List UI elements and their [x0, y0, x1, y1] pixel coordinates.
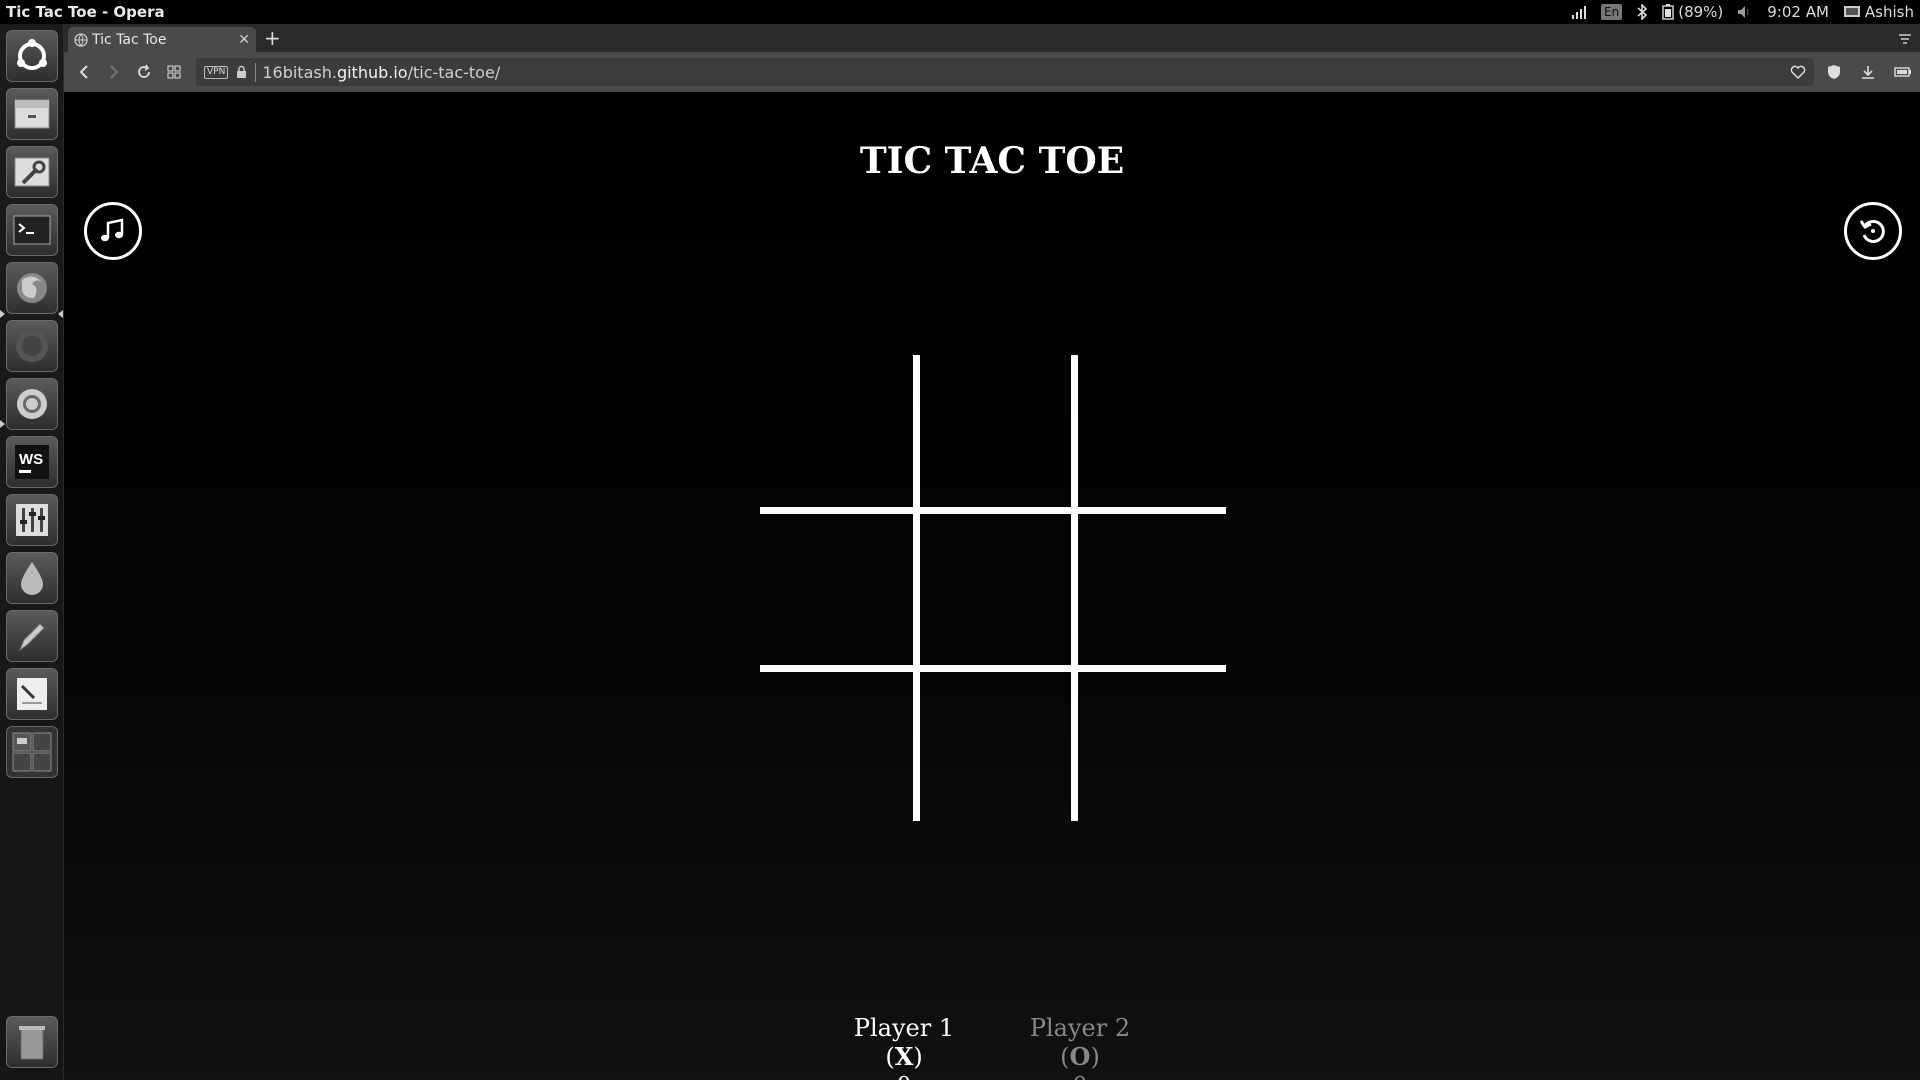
url-prefix: 16bitash. — [262, 62, 337, 82]
tab-title: Tic Tac Toe — [92, 31, 167, 48]
player1-mark: X — [894, 1042, 914, 1071]
system-indicators: En (89%) 9:02 AM Ashish — [1571, 3, 1914, 21]
url-path: /tic-tac-toe/ — [407, 62, 501, 82]
restart-button[interactable] — [1844, 202, 1902, 260]
grid-line — [760, 665, 1226, 672]
board-cell[interactable] — [760, 355, 915, 510]
address-toolbar: VPN 16bitash.github.io/tic-tac-toe/ — [64, 52, 1920, 92]
toolbar-extensions — [1826, 64, 1912, 80]
running-app-indicator — [0, 420, 5, 428]
heart-icon[interactable] — [1790, 65, 1806, 79]
files-icon[interactable] — [6, 88, 58, 140]
webstorm-icon[interactable]: WS — [6, 436, 58, 488]
url-host: github.io — [336, 62, 408, 82]
grid-icon — [167, 65, 181, 79]
player2-label-close: ) — [1090, 1043, 1100, 1071]
active-app-indicator — [58, 310, 63, 318]
address-bar[interactable]: VPN 16bitash.github.io/tic-tac-toe/ — [196, 58, 1814, 86]
board-cell[interactable] — [917, 669, 1072, 824]
scoreboard: Player 1 (X) 0 Player 2 (O) 0 — [64, 1014, 1920, 1080]
board-cell[interactable] — [917, 355, 1072, 510]
running-app-indicator — [0, 310, 5, 318]
user-menu[interactable]: Ashish — [1843, 3, 1914, 21]
back-button[interactable] — [72, 60, 96, 84]
board-cell[interactable] — [760, 512, 915, 667]
player1-label: Player 1 (X) — [854, 1014, 954, 1071]
player2-label: Player 2 (O) — [1030, 1014, 1130, 1071]
grid-line — [913, 355, 920, 821]
workspace-switcher-icon[interactable] — [6, 726, 58, 778]
page-title: TIC TAC TOE — [859, 140, 1125, 182]
keyboard-layout-indicator[interactable]: En — [1601, 4, 1623, 20]
mixer-icon[interactable] — [6, 494, 58, 546]
ubuntu-dash-icon[interactable] — [6, 30, 58, 82]
board-cell[interactable] — [760, 669, 915, 824]
battery-saver-icon[interactable] — [1894, 66, 1912, 78]
window-title: Tic Tac Toe - Opera — [6, 3, 165, 21]
player2-score: Player 2 (O) 0 — [1017, 1014, 1143, 1080]
system-settings-icon[interactable] — [6, 146, 58, 198]
battery-icon — [1662, 4, 1674, 20]
svg-text:WS: WS — [19, 451, 43, 468]
tab-bar: Tic Tac Toe ✕ + — [64, 24, 1920, 52]
player1-score: Player 1 (X) 0 — [841, 1014, 967, 1080]
vpn-badge[interactable]: VPN — [204, 65, 229, 79]
download-icon[interactable] — [1860, 64, 1876, 80]
lock-icon[interactable] — [236, 65, 247, 79]
chevron-right-icon — [110, 65, 119, 79]
grid-line — [1071, 355, 1078, 821]
board-cell[interactable] — [1074, 512, 1229, 667]
restart-icon — [1859, 219, 1885, 243]
chevron-left-icon — [79, 65, 88, 79]
new-tab-button[interactable]: + — [264, 26, 281, 50]
volume-icon[interactable] — [1737, 5, 1753, 19]
unity-launcher: WS — [0, 24, 64, 1080]
board-cell[interactable] — [1074, 669, 1229, 824]
player2-mark: O — [1069, 1042, 1091, 1071]
opera-browser: Tic Tac Toe ✕ + VPN 16bitash.github.io/t… — [64, 24, 1920, 1080]
close-tab-icon[interactable]: ✕ — [238, 32, 250, 48]
battery-indicator[interactable]: (89%) — [1662, 3, 1723, 21]
shield-icon[interactable] — [1826, 64, 1842, 80]
reload-icon — [138, 64, 150, 78]
session-icon — [1843, 6, 1860, 17]
game-board — [760, 355, 1226, 821]
board-cell[interactable] — [917, 512, 1072, 667]
web-page: TIC TAC TOE Player 1 (X) Player 2 (O) — [64, 92, 1920, 1080]
music-toggle-button[interactable] — [84, 202, 142, 260]
app-icon[interactable] — [6, 320, 58, 372]
reload-button[interactable] — [132, 60, 156, 84]
url-text[interactable]: 16bitash.github.io/tic-tac-toe/ — [255, 62, 1782, 82]
tab-tic-tac-toe[interactable]: Tic Tac Toe ✕ — [68, 27, 256, 52]
pen-icon[interactable] — [6, 610, 58, 662]
editor-icon[interactable] — [6, 668, 58, 720]
trash-icon[interactable] — [6, 1016, 58, 1068]
grid-line — [760, 507, 1226, 514]
tab-menu-icon[interactable] — [1898, 30, 1912, 49]
bluetooth-icon[interactable] — [1636, 4, 1648, 20]
battery-percent: (89%) — [1678, 3, 1724, 21]
clock[interactable]: 9:02 AM — [1767, 3, 1829, 21]
firefox-icon[interactable] — [6, 262, 58, 314]
forward-button[interactable] — [102, 60, 126, 84]
player1-score-value: 0 — [841, 1073, 967, 1080]
player2-score-value: 0 — [1017, 1073, 1143, 1080]
player1-label-close: ) — [913, 1043, 923, 1071]
music-note-icon — [101, 218, 124, 242]
globe-icon — [74, 32, 88, 47]
chromium-icon[interactable] — [6, 378, 58, 430]
speed-dial-button[interactable] — [162, 60, 186, 84]
board-cell[interactable] — [1074, 355, 1229, 510]
user-name: Ashish — [1864, 3, 1914, 21]
terminal-icon[interactable] — [6, 204, 58, 256]
network-icon[interactable] — [1571, 5, 1587, 19]
os-top-panel: Tic Tac Toe - Opera En (89%) 9:02 AM Ash… — [0, 0, 1920, 24]
drop-icon[interactable] — [6, 552, 58, 604]
